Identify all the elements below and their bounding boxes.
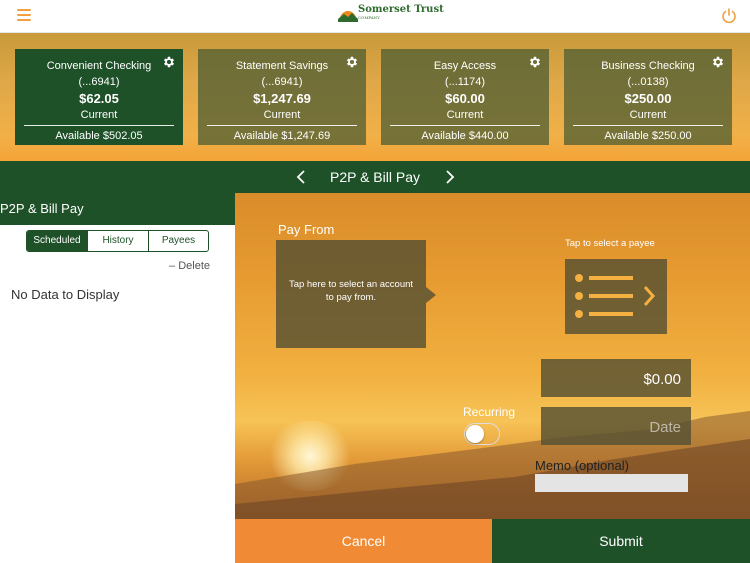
divider [390, 125, 540, 126]
account-name: Statement Savings [235, 60, 329, 72]
account-balance: $1,247.69 [253, 91, 311, 106]
section-title: P2P & Bill Pay [329, 169, 420, 185]
power-icon[interactable] [720, 7, 738, 25]
pay-from-selector[interactable]: Tap here to select an account to pay fro… [276, 240, 426, 348]
available-balance: Available $502.05 [55, 130, 143, 142]
submit-button[interactable]: Submit [492, 519, 750, 563]
logo-wordmark: Somerset Trust COMPANY [358, 4, 444, 21]
gear-icon[interactable] [162, 55, 176, 69]
account-card-business-checking[interactable]: Business Checking (...0138) $250.00 Curr… [564, 49, 732, 145]
pay-from-pointer [426, 287, 436, 303]
payments-list-panel: P2P & Bill Pay Scheduled History Payees … [0, 193, 235, 563]
account-card-easy-access[interactable]: Easy Access (...1174) $60.00 Current Ava… [381, 49, 549, 145]
memo-input[interactable] [535, 474, 688, 492]
amount-input[interactable]: $0.00 [541, 359, 691, 397]
somerset-trust-logo: Somerset Trust COMPANY [338, 4, 444, 22]
balance-label: Current [80, 109, 118, 121]
account-number: (...1174) [444, 76, 486, 88]
list-chevron-icon [575, 274, 656, 318]
divider [573, 125, 723, 126]
chevron-right-icon[interactable] [443, 169, 457, 185]
payment-form-panel: Pay From Tap here to select an account t… [235, 193, 750, 519]
empty-state-text: No Data to Display [11, 287, 120, 302]
gear-icon[interactable] [528, 55, 542, 69]
account-name: Easy Access [433, 60, 497, 72]
tab-payees[interactable]: Payees [148, 231, 208, 251]
account-card-statement-savings[interactable]: Statement Savings (...6941) $1,247.69 Cu… [198, 49, 366, 145]
accounts-carousel: Convenient Checking (...6941) $62.05 Cur… [0, 33, 750, 161]
gear-icon[interactable] [345, 55, 359, 69]
account-name: Business Checking [601, 60, 695, 72]
delete-button[interactable]: – Delete [169, 260, 210, 272]
account-balance: $250.00 [624, 91, 672, 106]
balance-label: Current [446, 109, 484, 121]
segmented-control: Scheduled History Payees [26, 230, 209, 252]
section-nav-bar: P2P & Bill Pay [0, 161, 750, 193]
account-number: (...6941) [78, 76, 120, 88]
account-number: (...0138) [627, 76, 669, 88]
account-card-convenient-checking[interactable]: Convenient Checking (...6941) $62.05 Cur… [15, 49, 183, 145]
available-balance: Available $250.00 [604, 130, 692, 142]
payee-hint: Tap to select a payee [565, 238, 655, 249]
balance-label: Current [263, 109, 301, 121]
account-balance: $60.00 [445, 91, 485, 106]
balance-label: Current [629, 109, 667, 121]
available-balance: Available $1,247.69 [233, 130, 331, 142]
tab-history[interactable]: History [87, 231, 148, 251]
available-balance: Available $440.00 [421, 130, 509, 142]
date-input[interactable]: Date [541, 407, 691, 445]
recurring-label: Recurring [463, 405, 516, 419]
gear-icon[interactable] [711, 55, 725, 69]
toggle-knob [466, 425, 484, 443]
account-name: Convenient Checking [46, 60, 152, 72]
tab-scheduled[interactable]: Scheduled [27, 231, 87, 251]
payee-selector[interactable] [565, 259, 667, 334]
account-number: (...6941) [261, 76, 303, 88]
divider [207, 125, 357, 126]
sun-logo-icon [338, 11, 358, 22]
pay-from-label: Pay From [278, 222, 335, 237]
account-balance: $62.05 [79, 91, 119, 106]
top-bar: Somerset Trust COMPANY [0, 0, 750, 33]
divider [24, 125, 174, 126]
hamburger-menu-icon[interactable] [17, 9, 31, 21]
recurring-toggle[interactable] [464, 423, 500, 445]
memo-label: Memo (optional) [535, 458, 629, 473]
cancel-button[interactable]: Cancel [235, 519, 492, 563]
panel-header: P2P & Bill Pay [0, 193, 235, 225]
